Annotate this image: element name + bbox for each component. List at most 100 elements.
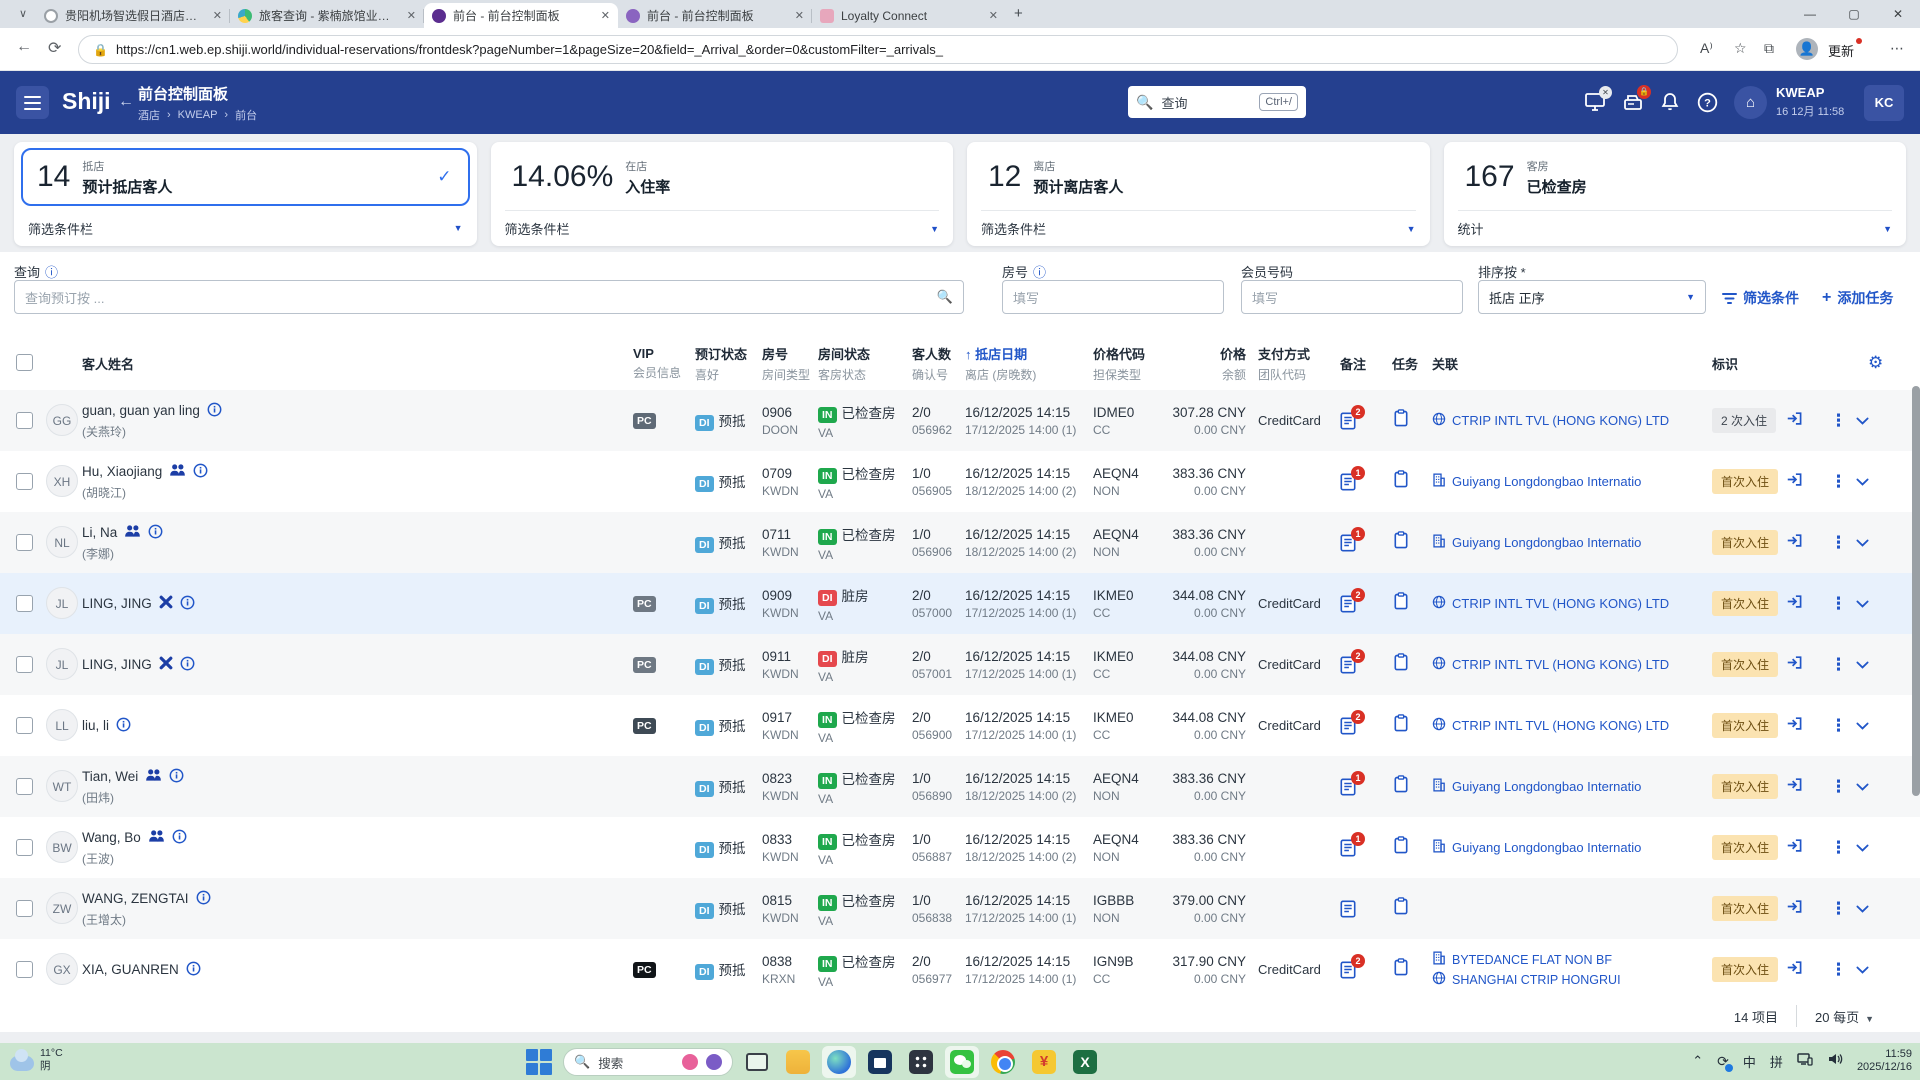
- sort-by-select[interactable]: 抵店 正序▼: [1478, 280, 1706, 314]
- note-icon[interactable]: 1: [1340, 473, 1357, 491]
- clipboard-icon[interactable]: [1394, 653, 1408, 676]
- room-number-input[interactable]: 填写: [1002, 280, 1224, 314]
- col-price[interactable]: 价格: [1220, 344, 1246, 363]
- note-icon[interactable]: 1: [1340, 534, 1357, 552]
- window-maximize-button[interactable]: ▢: [1832, 0, 1876, 28]
- col-notes[interactable]: 备注: [1340, 354, 1366, 373]
- stat-card-departures[interactable]: 12 离店预计离店客人 筛选条件栏▼: [967, 142, 1430, 246]
- guest-name[interactable]: Li, Na: [82, 524, 163, 542]
- check-in-icon[interactable]: [1786, 716, 1803, 736]
- check-in-action[interactable]: [1786, 939, 1803, 1000]
- filter-bar-dropdown[interactable]: 筛选条件栏▼: [505, 210, 940, 246]
- hamburger-menu-icon[interactable]: [16, 86, 49, 119]
- row-expand-action[interactable]: [1856, 390, 1869, 451]
- col-guest-name[interactable]: 客人姓名: [82, 354, 134, 373]
- search-icon[interactable]: 🔍: [937, 289, 953, 305]
- help-icon[interactable]: ?: [1697, 92, 1719, 114]
- tab-close-icon[interactable]: ✕: [407, 9, 416, 22]
- tab-close-icon[interactable]: ✕: [989, 9, 998, 22]
- query-input[interactable]: 查询预订按 ... 🔍: [14, 280, 964, 314]
- guest-name-cell[interactable]: liu, li: [82, 695, 131, 756]
- kebab-menu-icon[interactable]: ⋮: [1830, 533, 1847, 553]
- notes-cell[interactable]: 1: [1340, 451, 1357, 512]
- edge-icon[interactable]: [822, 1046, 856, 1078]
- notes-cell[interactable]: 2: [1340, 390, 1357, 451]
- chrome-icon[interactable]: [986, 1046, 1020, 1078]
- companions-icon[interactable]: [124, 524, 141, 541]
- row-menu-action[interactable]: ⋮: [1830, 817, 1847, 878]
- col-payment[interactable]: 支付方式: [1258, 344, 1310, 363]
- page-size-select[interactable]: 20 每页▼: [1815, 1007, 1874, 1026]
- table-row[interactable]: BWWang, Bo(王波)DI预抵0833KWDNIN已检查房VA1/0056…: [0, 817, 1920, 878]
- check-in-action[interactable]: [1786, 634, 1803, 695]
- tab-close-icon[interactable]: ✕: [601, 9, 610, 22]
- browser-update-button[interactable]: 更新: [1828, 41, 1854, 60]
- row-checkbox[interactable]: [16, 656, 33, 673]
- note-icon[interactable]: 2: [1340, 961, 1357, 979]
- breadcrumb-hotel[interactable]: 酒店: [138, 107, 160, 123]
- stat-card-inspected-rooms[interactable]: 167 客房已检查房 统计▼: [1444, 142, 1907, 246]
- task-cell[interactable]: [1394, 451, 1408, 512]
- member-number-input[interactable]: 填写: [1241, 280, 1463, 314]
- clipboard-icon[interactable]: [1394, 409, 1408, 432]
- chevron-down-icon[interactable]: [1856, 961, 1869, 979]
- task-cell[interactable]: [1394, 634, 1408, 695]
- vertical-scrollbar[interactable]: [1912, 386, 1920, 796]
- task-cell[interactable]: [1394, 573, 1408, 634]
- info-icon[interactable]: [180, 595, 195, 613]
- task-cell[interactable]: [1394, 695, 1408, 756]
- header-back-icon[interactable]: ←: [118, 93, 134, 111]
- check-in-icon[interactable]: [1786, 411, 1803, 431]
- links-cell[interactable]: CTRIP INTL TVL (HONG KONG) LTD: [1432, 695, 1669, 756]
- companions-icon[interactable]: [145, 768, 162, 785]
- table-row[interactable]: JLLING, JINGPCDI预抵0911KWDNDI脏房VA2/005700…: [0, 634, 1920, 695]
- table-settings-gear-icon[interactable]: ⚙: [1868, 353, 1883, 373]
- taskbar-clock[interactable]: 11:59 2025/12/16: [1857, 1048, 1912, 1075]
- table-row[interactable]: ZWWANG, ZENGTAI(王增太)DI预抵0815KWDNIN已检查房VA…: [0, 878, 1920, 939]
- notes-cell[interactable]: [1340, 878, 1357, 939]
- table-row[interactable]: GGguan, guan yan ling(关燕玲)PCDI预抵0906DOON…: [0, 390, 1920, 451]
- guest-name[interactable]: WANG, ZENGTAI: [82, 890, 211, 908]
- kebab-menu-icon[interactable]: ⋮: [1830, 838, 1847, 858]
- tray-expand-icon[interactable]: ⌃: [1692, 1053, 1703, 1069]
- related-profile-link[interactable]: BYTEDANCE FLAT NON BF: [1432, 951, 1621, 968]
- kebab-menu-icon[interactable]: ⋮: [1830, 960, 1847, 980]
- check-in-icon[interactable]: [1786, 533, 1803, 553]
- tab-close-icon[interactable]: ✕: [795, 9, 804, 22]
- related-profile-link[interactable]: CTRIP INTL TVL (HONG KONG) LTD: [1432, 412, 1669, 429]
- check-in-icon[interactable]: [1786, 960, 1803, 980]
- row-menu-action[interactable]: ⋮: [1830, 939, 1847, 1000]
- guest-name-cell[interactable]: Wang, Bo(王波): [82, 817, 187, 878]
- col-arrival-sorted[interactable]: ↑ 抵店日期: [965, 344, 1036, 363]
- arrivals-stat[interactable]: 14 抵店预计抵店客人 ✓: [21, 148, 470, 206]
- chevron-down-icon[interactable]: [1856, 839, 1869, 857]
- filter-bar-dropdown[interactable]: 筛选条件栏▼: [981, 210, 1416, 246]
- add-task-button[interactable]: + 添加任务: [1822, 288, 1893, 308]
- task-cell[interactable]: [1394, 512, 1408, 573]
- window-close-button[interactable]: ✕: [1876, 0, 1920, 28]
- notes-cell[interactable]: 2: [1340, 634, 1357, 695]
- check-in-action[interactable]: [1786, 390, 1803, 451]
- home-icon[interactable]: ⌂: [1734, 86, 1767, 119]
- clipboard-icon[interactable]: [1394, 531, 1408, 554]
- col-guests[interactable]: 客人数: [912, 344, 951, 363]
- notes-cell[interactable]: 2: [1340, 939, 1357, 1000]
- related-profile-link[interactable]: Guiyang Longdongbao Internatio: [1432, 473, 1641, 490]
- col-res-status[interactable]: 预订状态: [695, 344, 747, 363]
- note-icon[interactable]: 2: [1340, 717, 1357, 735]
- select-all-checkbox[interactable]: [16, 354, 33, 371]
- browser-tab-active[interactable]: 前台 - 前台控制面板 ✕: [424, 3, 618, 28]
- row-expand-action[interactable]: [1856, 939, 1869, 1000]
- clipboard-icon[interactable]: [1394, 592, 1408, 615]
- clipboard-icon[interactable]: [1394, 958, 1408, 981]
- note-icon[interactable]: 2: [1340, 656, 1357, 674]
- info-icon[interactable]: [148, 524, 163, 542]
- global-search-input[interactable]: 🔍 查询 Ctrl+/: [1128, 86, 1306, 118]
- row-expand-action[interactable]: [1856, 878, 1869, 939]
- links-cell[interactable]: CTRIP INTL TVL (HONG KONG) LTD: [1432, 573, 1669, 634]
- row-expand-action[interactable]: [1856, 451, 1869, 512]
- chevron-down-icon[interactable]: [1856, 900, 1869, 918]
- links-cell[interactable]: CTRIP INTL TVL (HONG KONG) LTD: [1432, 390, 1669, 451]
- browser-tab-2[interactable]: 旅客查询 - 紫楠旅馆业治安信息管 ✕: [230, 3, 424, 28]
- table-row[interactable]: WTTian, Wei(田炜)DI预抵0823KWDNIN已检查房VA1/005…: [0, 756, 1920, 817]
